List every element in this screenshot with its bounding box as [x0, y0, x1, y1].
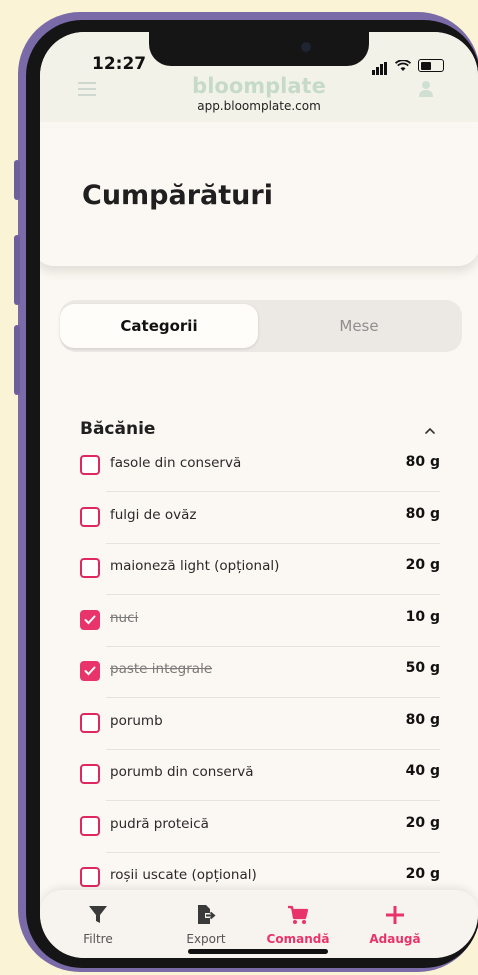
notch: [149, 32, 369, 66]
item-name: fulgi de ovăz: [110, 506, 197, 523]
nav-export[interactable]: Export: [166, 904, 246, 946]
view-tabs: Categorii Mese: [60, 300, 462, 352]
check-icon: [84, 666, 96, 676]
item-name: porumb din conservă: [110, 764, 254, 780]
item-name: maioneză light (opțional): [110, 558, 280, 574]
list-item[interactable]: maioneză light (opțional) 20 g: [80, 543, 440, 595]
page-title: Cumpărături: [82, 180, 273, 211]
list-item[interactable]: porumb din conservă 40 g: [80, 749, 440, 801]
list-item[interactable]: fulgi de ovăz 80 g: [80, 492, 440, 544]
nav-order[interactable]: Comandă: [258, 904, 338, 946]
checkbox[interactable]: [80, 558, 100, 578]
url-bar[interactable]: app.bloomplate.com: [40, 99, 478, 113]
checkbox-checked[interactable]: [80, 661, 100, 681]
item-quantity: 50 g: [405, 660, 440, 676]
item-quantity: 40 g: [405, 763, 440, 779]
list-item[interactable]: paste integrale 50 g: [80, 646, 440, 698]
status-time: 12:27: [92, 54, 147, 74]
nav-export-label: Export: [186, 932, 226, 946]
list-item[interactable]: fasole din conservă 80 g: [80, 440, 440, 492]
brand-logo: bloomplate: [192, 74, 326, 98]
item-name: porumb: [110, 712, 163, 729]
list-item[interactable]: pudră proteică 20 g: [80, 801, 440, 853]
battery-icon: [418, 59, 444, 72]
list-item[interactable]: nuci 10 g: [80, 595, 440, 647]
checkbox[interactable]: [80, 815, 100, 836]
nav-filter-label: Filtre: [83, 932, 113, 946]
chevron-up-icon[interactable]: [424, 425, 436, 437]
item-quantity: 20 g: [405, 557, 440, 573]
export-icon: [198, 905, 216, 924]
list-item[interactable]: porumb 80 g: [80, 698, 440, 750]
nav-filter[interactable]: Filtre: [58, 904, 138, 946]
item-quantity: 20 g: [405, 866, 440, 882]
checkbox[interactable]: [80, 506, 100, 527]
volume-down-button: [14, 325, 20, 395]
home-indicator: [188, 949, 328, 954]
nav-add[interactable]: Adaugă: [355, 904, 435, 946]
nav-order-label: Comandă: [266, 932, 330, 946]
item-quantity: 10 g: [405, 608, 440, 625]
item-name: roșii uscate (opțional): [110, 867, 257, 883]
mute-switch: [14, 160, 20, 200]
check-icon: [84, 615, 96, 624]
tab-mese[interactable]: Mese: [260, 304, 458, 348]
item-quantity: 80 g: [405, 505, 440, 522]
section-title: Băcănie: [80, 419, 156, 439]
checkbox-checked[interactable]: [80, 609, 100, 630]
wifi-icon: [395, 59, 411, 71]
app-header: bloomplate app.bloomplate.com: [40, 72, 478, 122]
plus-icon: [386, 906, 404, 924]
bottom-nav: Filtre Export Comandă Adaugă: [40, 890, 478, 958]
cart-icon: [288, 905, 309, 924]
item-name: fasole din conservă: [110, 455, 242, 471]
item-quantity: 80 g: [405, 454, 440, 470]
volume-up-button: [14, 235, 20, 305]
checkbox[interactable]: [80, 712, 100, 733]
checkbox[interactable]: [80, 455, 100, 475]
checkbox[interactable]: [80, 867, 100, 887]
item-name: nuci: [110, 609, 139, 626]
title-card: Cumpărături: [40, 128, 478, 266]
filter-icon: [89, 906, 107, 923]
item-quantity: 80 g: [405, 711, 440, 728]
item-name: pudră proteică: [110, 815, 209, 832]
tab-categorii[interactable]: Categorii: [60, 304, 258, 348]
user-icon[interactable]: [418, 80, 434, 98]
nav-add-label: Adaugă: [369, 932, 421, 946]
item-quantity: 20 g: [405, 814, 440, 831]
phone-screen: 12:27 bloomplate app.bloomplate.com Cump…: [40, 32, 478, 958]
item-name: paste integrale: [110, 661, 213, 677]
checkbox[interactable]: [80, 764, 100, 784]
